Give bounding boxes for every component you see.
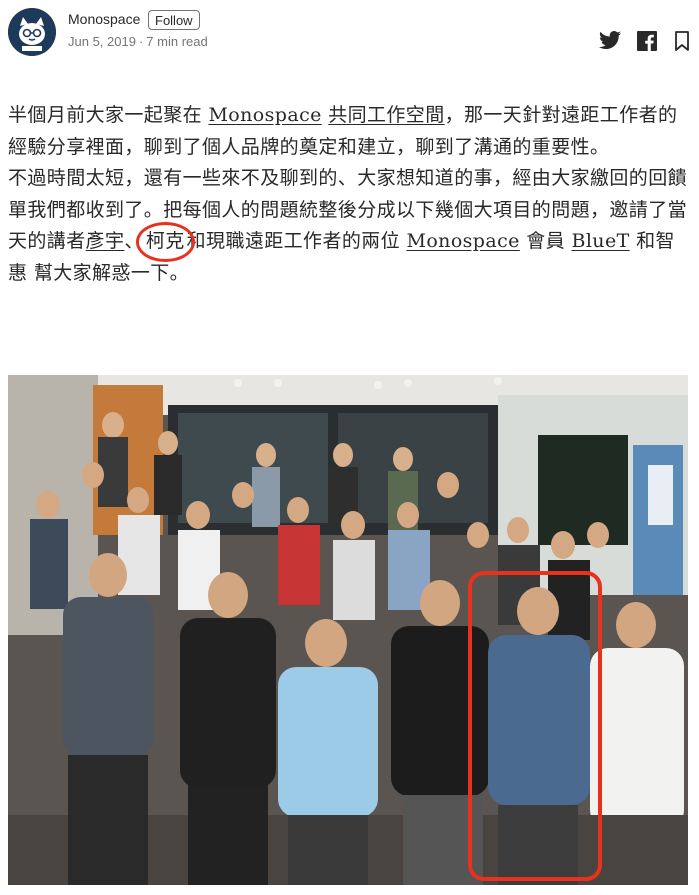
circled-name-annotation: 柯克 <box>135 222 195 261</box>
cat-logo-icon <box>8 8 56 56</box>
post-date: Jun 5, 2019 <box>68 34 136 49</box>
share-twitter-button[interactable] <box>598 30 622 52</box>
monospace-link[interactable]: Monospace <box>208 104 321 126</box>
coworking-space-link[interactable]: 共同工作空間 <box>328 104 444 126</box>
monospace-member-link[interactable]: Monospace <box>406 230 519 252</box>
facebook-icon <box>637 31 657 51</box>
read-time: 7 min read <box>146 34 208 49</box>
bluet-link[interactable]: BlueT <box>571 230 629 252</box>
article-header: Monospace Follow Jun 5, 2019 · 7 min read <box>0 0 699 60</box>
meta-separator: · <box>138 34 144 49</box>
post-meta: Jun 5, 2019 · 7 min read <box>68 34 208 49</box>
text-run: 和現職遠距工作者的兩位 <box>186 230 407 252</box>
share-facebook-button[interactable] <box>637 30 657 52</box>
text-run: 會員 <box>519 230 572 252</box>
twitter-icon <box>599 31 621 50</box>
bookmark-icon <box>675 31 689 51</box>
bookmark-button[interactable] <box>674 30 690 52</box>
speaker-link-yanyu[interactable]: 彥宇 <box>86 230 125 252</box>
group-photo <box>8 375 688 885</box>
publication-name[interactable]: Monospace <box>68 11 140 27</box>
paragraph-speakers: 不過時間太短，還有一些來不及聊到的、大家想知道的事，經由大家繳回的回饋單我們都收… <box>8 163 692 289</box>
text-run: 半個月前大家一起聚在 <box>8 104 209 126</box>
publication-avatar[interactable] <box>8 8 56 56</box>
follow-button[interactable]: Follow <box>148 10 200 30</box>
article-body: 半個月前大家一起聚在 Monospace 共同工作空間，那一天針對遠距工作者的經… <box>8 100 692 289</box>
paragraph-intro: 半個月前大家一起聚在 Monospace 共同工作空間，那一天針對遠距工作者的經… <box>8 100 692 163</box>
